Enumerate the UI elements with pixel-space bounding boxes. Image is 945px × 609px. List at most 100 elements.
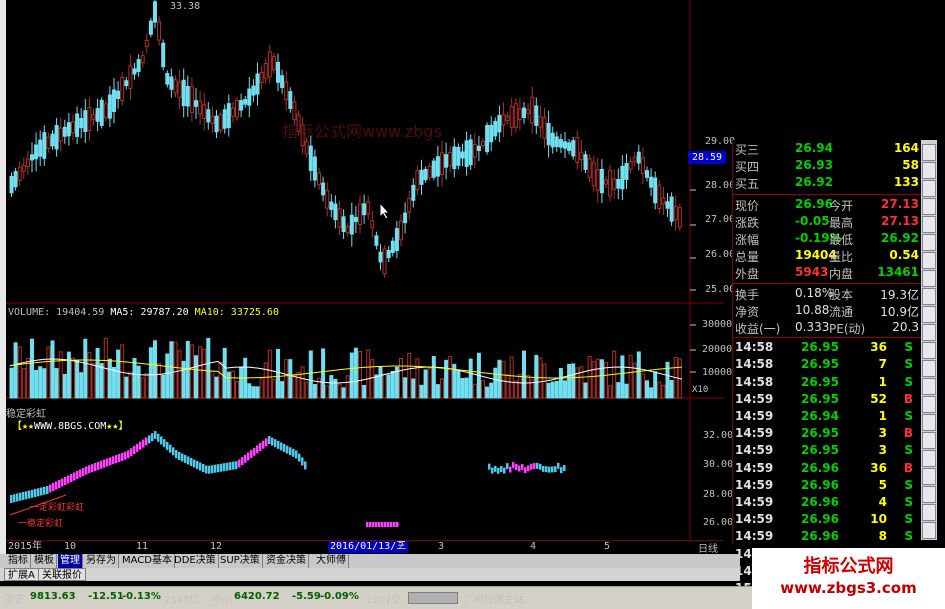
tick-row: 14:58 26.95 7 S <box>733 356 921 373</box>
tick-row: 14:59 26.96 8 S <box>733 528 921 545</box>
indicator-segment <box>503 467 506 474</box>
side-tool-button[interactable] <box>922 414 936 431</box>
side-tool-button[interactable] <box>922 360 936 377</box>
sub-tab[interactable]: 扩展A <box>4 568 39 581</box>
side-tool-button[interactable] <box>922 144 936 161</box>
indicator-tab[interactable]: 另存为 <box>84 554 119 568</box>
indicator-tab[interactable]: DDE决策 <box>172 554 219 568</box>
indicator-segment <box>292 448 295 457</box>
status-mid-change: -5.59 <box>292 591 321 602</box>
candle-body <box>288 91 293 109</box>
side-tool-button[interactable] <box>922 468 936 485</box>
side-tool-button[interactable] <box>922 486 936 503</box>
side-tool-button[interactable] <box>922 252 936 269</box>
side-tool-button[interactable] <box>922 378 936 395</box>
indicator-tab[interactable]: MACD基本 <box>120 554 175 568</box>
indicator-segment <box>169 444 172 453</box>
side-tool-button[interactable] <box>922 324 936 341</box>
indicator-segment <box>22 492 25 500</box>
candle-body <box>571 140 576 157</box>
tick-time: 14:59 <box>735 495 774 509</box>
period-selector[interactable]: 日线 <box>698 540 718 555</box>
indicator-segment <box>34 489 37 497</box>
candle-body <box>222 109 227 129</box>
volume-bar <box>640 373 645 399</box>
side-tool-button[interactable] <box>922 342 936 359</box>
kline-chart-area[interactable] <box>6 0 724 540</box>
indicator-segment <box>139 441 142 450</box>
candle-body <box>292 101 297 120</box>
indicator-tab[interactable]: 资金决策 <box>264 554 309 568</box>
indicator-segment <box>491 467 494 474</box>
side-tool-button[interactable] <box>922 504 936 521</box>
tick-price: 26.96 <box>801 460 839 475</box>
tick-time: 14:59 <box>735 529 774 544</box>
indicator-segment <box>277 440 280 449</box>
candle-body <box>9 175 14 194</box>
date-label: 4 <box>530 541 537 552</box>
indicator-tab[interactable]: 大师傅 <box>314 554 349 568</box>
stat-label: 内盘 <box>829 267 854 282</box>
side-tool-button[interactable] <box>922 288 936 305</box>
side-tool-button[interactable] <box>922 198 936 215</box>
side-tool-button[interactable] <box>922 270 936 287</box>
tick-side: S <box>904 495 913 509</box>
indicator-axis-label: 28.00 <box>703 489 734 500</box>
indicator-tab[interactable]: 模板 <box>32 554 57 568</box>
candle-body <box>563 141 567 149</box>
tick-price: 26.96 <box>801 477 839 492</box>
volume-value: VOLUME: 19404.59 <box>8 307 105 318</box>
volume-bar <box>571 363 576 399</box>
volume-bar <box>218 361 223 399</box>
side-tool-button[interactable] <box>922 396 936 413</box>
indicator-tab[interactable]: 管理 <box>58 554 83 568</box>
indicator-segment <box>274 439 277 448</box>
indicator-segment <box>250 450 253 459</box>
candle-body <box>386 249 391 259</box>
tick-time: 14:59 <box>735 391 774 406</box>
side-tool-button[interactable] <box>922 234 936 251</box>
candle-body <box>58 127 63 142</box>
side-tool-button[interactable] <box>922 306 936 323</box>
indicator-segment <box>127 450 130 459</box>
bid-row: 买五 26.92 133 <box>733 174 921 191</box>
fundamental-value: 0.333 <box>795 320 830 334</box>
indicator-tab[interactable]: 指标 <box>6 554 31 568</box>
volume-bar <box>427 367 432 399</box>
indicator-segment <box>19 492 22 501</box>
side-tool-button[interactable] <box>922 162 936 179</box>
date-label: 11 <box>136 541 149 552</box>
indicator-segment <box>49 484 52 493</box>
status-station[interactable]: 广州行情主站 <box>464 591 524 606</box>
stat-value: 0.54 <box>889 248 919 263</box>
side-tool-button[interactable] <box>922 216 936 233</box>
indicator-segment <box>551 466 554 473</box>
volume-bar <box>431 356 436 399</box>
side-tool-button[interactable] <box>922 522 936 539</box>
side-toolbar <box>921 140 937 540</box>
indicator-segment <box>265 438 268 447</box>
volume-bar <box>485 386 490 399</box>
candle-body <box>542 117 547 139</box>
volume-bar <box>435 384 440 399</box>
side-tool-button[interactable] <box>922 180 936 197</box>
side-tool-button[interactable] <box>922 432 936 449</box>
candle-body <box>460 151 465 159</box>
candle-body <box>79 118 84 129</box>
indicator-segment <box>145 437 148 446</box>
indicator-segment <box>211 465 214 474</box>
indicator-segment <box>298 453 301 462</box>
volume-bar <box>575 367 580 399</box>
volume-bar <box>456 369 461 399</box>
sub-tab[interactable]: 关联报价 <box>38 568 86 581</box>
volume-bar <box>296 371 301 399</box>
volume-bar <box>345 375 350 399</box>
side-tool-button[interactable] <box>922 450 936 467</box>
fundamental-label: 净资 <box>735 304 760 319</box>
indicator-tab[interactable]: SUP决策 <box>218 554 263 568</box>
bid-row: 买四 26.93 58 <box>733 157 921 174</box>
chart-canvas[interactable] <box>6 0 724 540</box>
volume-bar <box>583 382 588 399</box>
indicator-segment <box>166 441 169 450</box>
stat-row: 总量 19404 量比 0.54 <box>733 247 921 264</box>
